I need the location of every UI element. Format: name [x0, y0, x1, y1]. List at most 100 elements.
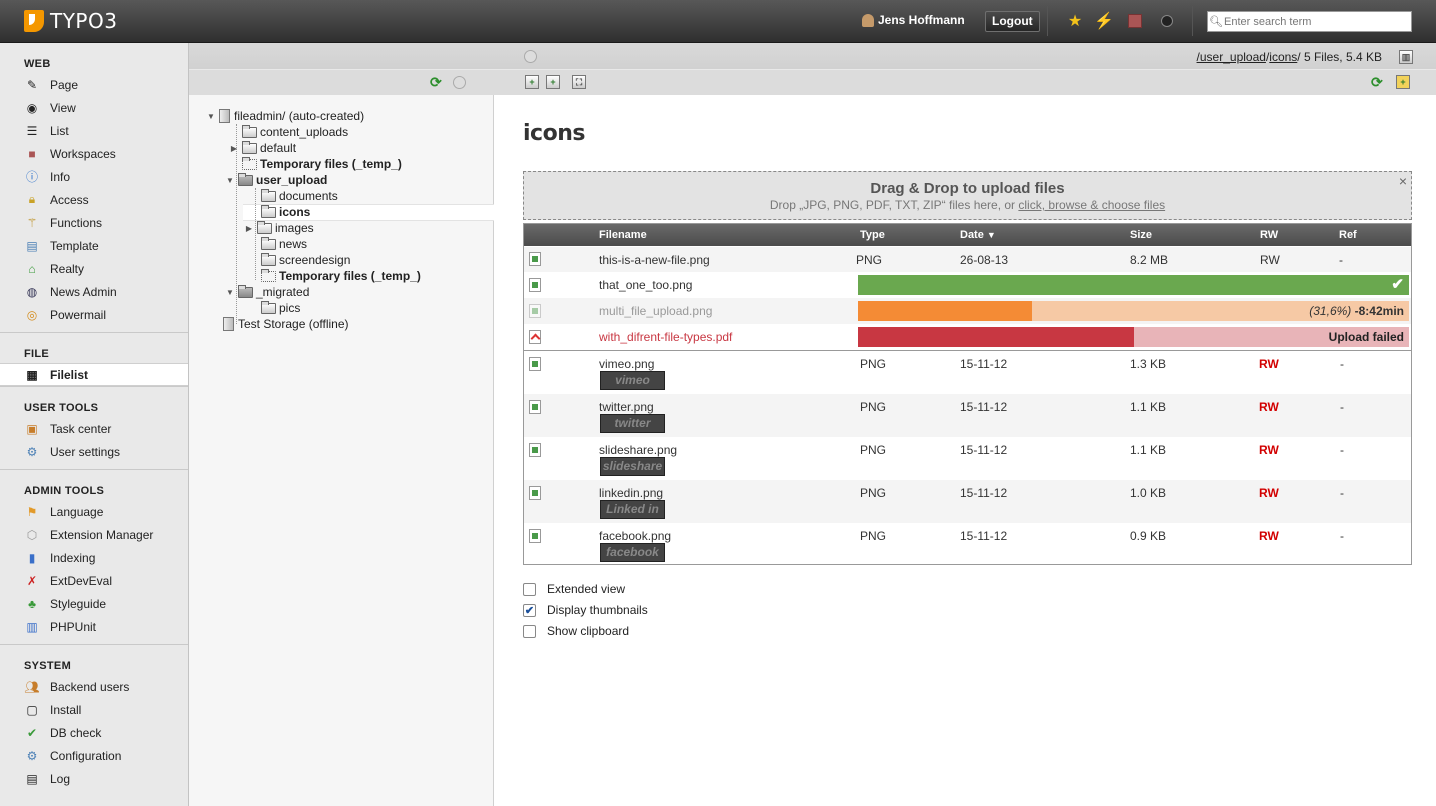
tree-node-test-storage[interactable]: Test Storage (offline)	[210, 316, 349, 332]
table-row[interactable]: facebook.png facebook PNG 15-11-12 0.9 K…	[524, 523, 1411, 564]
module-task-center[interactable]: ▣ Task center	[0, 417, 188, 440]
extended-view-checkbox[interactable]	[523, 582, 536, 596]
header-type[interactable]: Type	[860, 229, 885, 241]
module-group-title[interactable]: SYSTEM	[0, 657, 188, 675]
typo3-logo[interactable]: TYPO3	[24, 9, 117, 33]
module-filelist[interactable]: ▦ Filelist	[0, 363, 188, 386]
upload-row-progress[interactable]: multi_file_upload.png (31,6%) -8:42min	[524, 298, 1411, 324]
module-group-title[interactable]: ADMIN TOOLS	[0, 482, 188, 500]
content-help-icon[interactable]	[524, 50, 537, 63]
module-workspaces[interactable]: ■ Workspaces	[0, 142, 188, 165]
module-group-title[interactable]: USER TOOLS	[0, 399, 188, 417]
content-refresh-icon[interactable]: ⟳	[1371, 75, 1385, 89]
tree-help-icon[interactable]	[453, 76, 466, 89]
file-name[interactable]: slideshare.png	[599, 443, 677, 457]
user-menu[interactable]: Jens Hoffmann	[862, 13, 965, 27]
tree-node-images[interactable]: ▶ images	[244, 220, 314, 236]
tree-node-user-upload[interactable]: ▼ user_upload	[225, 172, 327, 188]
module-template[interactable]: ▤ Template	[0, 234, 188, 257]
expand-arrow-icon[interactable]: ▶	[229, 144, 239, 153]
module-group-title[interactable]: WEB	[0, 55, 188, 73]
show-clipboard-option[interactable]: Show clipboard	[523, 623, 629, 639]
header-rw[interactable]: RW	[1260, 229, 1278, 241]
system-info-bomb-icon[interactable]	[1157, 11, 1177, 31]
path-link-user-upload[interactable]: /user_upload	[1197, 50, 1266, 64]
extended-view-option[interactable]: Extended view	[523, 581, 625, 597]
tree-node-temp-files[interactable]: Temporary files (_temp_)	[229, 156, 402, 172]
file-thumbnail[interactable]: facebook	[600, 543, 665, 562]
tree-node-migrated[interactable]: ▼ _migrated	[225, 284, 309, 300]
module-news-admin[interactable]: ◍ News Admin	[0, 280, 188, 303]
module-view[interactable]: ◉ View	[0, 96, 188, 119]
file-thumbnail[interactable]: Linked in	[600, 500, 665, 519]
upload-row-failed[interactable]: with_difrent-file-types.pdf Upload faile…	[524, 324, 1411, 351]
header-date[interactable]: Date ▼	[960, 229, 996, 241]
clipboard-icon[interactable]: ▥	[1399, 50, 1413, 64]
module-access[interactable]: 🔒︎ Access	[0, 188, 188, 211]
collapse-arrow-icon[interactable]: ▼	[225, 176, 235, 185]
module-db-check[interactable]: ✔ DB check	[0, 721, 188, 744]
clear-cache-flash-icon[interactable]: ⚡	[1094, 11, 1114, 31]
table-row[interactable]: linkedin.png Linked in PNG 15-11-12 1.0 …	[524, 480, 1411, 523]
search-input[interactable]	[1224, 15, 1409, 28]
tree-node-news[interactable]: news	[248, 236, 307, 252]
display-thumbnails-checkbox[interactable]: ✔	[523, 603, 536, 617]
table-row[interactable]: slideshare.png slideshare PNG 15-11-12 1…	[524, 437, 1411, 480]
header-filename[interactable]: Filename	[599, 229, 647, 241]
module-functions[interactable]: ⚚ Functions	[0, 211, 188, 234]
upload-file-icon[interactable]: +	[546, 75, 560, 89]
module-configuration[interactable]: ⚙ Configuration	[0, 744, 188, 767]
module-styleguide[interactable]: ♣ Styleguide	[0, 592, 188, 615]
path-link-icons[interactable]: icons	[1269, 50, 1297, 64]
tree-node-icons[interactable]: icons	[248, 204, 310, 220]
upload-dropzone[interactable]: Drag & Drop to upload files Drop „JPG, P…	[523, 171, 1412, 220]
header-ref[interactable]: Ref	[1339, 229, 1357, 241]
module-powermail[interactable]: ◎ Powermail	[0, 303, 188, 326]
new-file-icon[interactable]: +	[525, 75, 539, 89]
fullscreen-icon[interactable]: ⛶	[572, 75, 586, 89]
tree-node-temp-files-2[interactable]: Temporary files (_temp_)	[248, 268, 421, 284]
module-backend-users[interactable]: 👥︎ Backend users	[0, 675, 188, 698]
display-thumbnails-option[interactable]: ✔ Display thumbnails	[523, 602, 648, 618]
close-icon[interactable]: ×	[1399, 173, 1407, 189]
module-list[interactable]: ☰ List	[0, 119, 188, 142]
tree-node-pics[interactable]: pics	[248, 300, 300, 316]
file-name[interactable]: facebook.png	[599, 529, 671, 543]
file-name[interactable]: twitter.png	[599, 400, 654, 414]
table-row[interactable]: vimeo.png vimeo PNG 15-11-12 1.3 KB RW -	[524, 351, 1411, 394]
tree-node-documents[interactable]: documents	[248, 188, 338, 204]
module-extdeveval[interactable]: ✗ ExtDevEval	[0, 569, 188, 592]
file-thumbnail[interactable]: twitter	[600, 414, 665, 433]
module-log[interactable]: ▤ Log	[0, 767, 188, 790]
module-extension-manager[interactable]: ⬡ Extension Manager	[0, 523, 188, 546]
logout-button[interactable]: Logout	[985, 11, 1040, 32]
file-name[interactable]: linkedin.png	[599, 486, 663, 500]
module-group-title[interactable]: FILE	[0, 345, 188, 363]
upload-row-done[interactable]: that_one_too.png ✔	[524, 272, 1411, 298]
workspaces-icon[interactable]	[1125, 11, 1145, 31]
file-name[interactable]: vimeo.png	[599, 357, 654, 371]
collapse-arrow-icon[interactable]: ▼	[225, 288, 235, 297]
table-row[interactable]: this-is-a-new-file.png PNG 26-08-13 8.2 …	[524, 247, 1411, 272]
tree-node-fileadmin[interactable]: ▼ fileadmin/ (auto-created)	[206, 108, 364, 124]
module-language[interactable]: ⚑ Language	[0, 500, 188, 523]
module-install[interactable]: ▢ Install	[0, 698, 188, 721]
search-box[interactable]: 🔍︎	[1207, 11, 1412, 32]
file-thumbnail[interactable]: vimeo	[600, 371, 665, 390]
module-indexing[interactable]: ▮ Indexing	[0, 546, 188, 569]
module-info[interactable]: ⓘ Info	[0, 165, 188, 188]
header-size[interactable]: Size	[1130, 229, 1152, 241]
expand-arrow-icon[interactable]: ▶	[244, 224, 254, 233]
collapse-arrow-icon[interactable]: ▼	[206, 112, 216, 121]
file-name[interactable]: this-is-a-new-file.png	[599, 253, 710, 267]
new-folder-icon[interactable]: +	[1396, 75, 1410, 89]
table-row[interactable]: twitter.png twitter PNG 15-11-12 1.1 KB …	[524, 394, 1411, 437]
tree-node-default[interactable]: ▶ default	[229, 140, 296, 156]
tree-node-screendesign[interactable]: screendesign	[248, 252, 350, 268]
browse-files-link[interactable]: click, browse & choose files	[1018, 198, 1165, 212]
module-realty[interactable]: ⌂ Realty	[0, 257, 188, 280]
module-phpunit[interactable]: ▥ PHPUnit	[0, 615, 188, 638]
module-user-settings[interactable]: ⚙ User settings	[0, 440, 188, 463]
tree-refresh-icon[interactable]: ⟳	[430, 75, 444, 89]
module-page[interactable]: ✎ Page	[0, 73, 188, 96]
